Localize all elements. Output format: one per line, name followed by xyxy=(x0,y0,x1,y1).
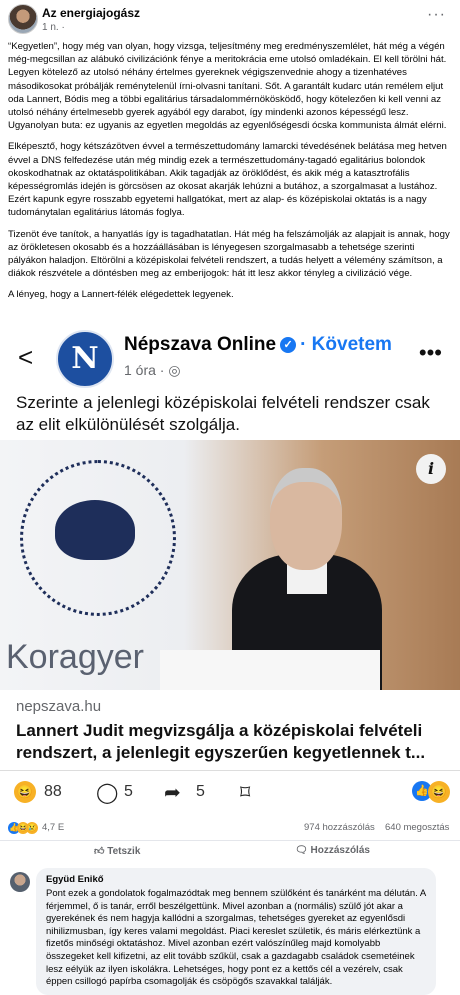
comment-icon: 🗨︎ xyxy=(295,845,308,856)
comment-label: Hozzászólás xyxy=(310,845,370,856)
like-label: Tetszik xyxy=(107,846,141,857)
back-arrow-icon: < xyxy=(18,342,34,372)
post-paragraph: “Kegyetlen”, hogy még van olyan, hogy vi… xyxy=(8,41,447,132)
shared-page-header: Népszava Online ✓ · Követem xyxy=(124,334,392,356)
shared-time: 1 óra · ◎ xyxy=(124,362,181,378)
shared-reaction-count: 88 xyxy=(44,783,62,800)
commenter-avatar[interactable] xyxy=(10,872,30,892)
shared-comment-count: 5 xyxy=(124,783,133,800)
post-paragraph: Elképesztő, hogy kétszázötven évvel a te… xyxy=(8,141,447,219)
shared-reaction-bar: 😆 88 ◯ 5 ➦ 5 ⌑ 👍 😆 xyxy=(0,770,460,811)
comment-total[interactable]: 974 hozzászólás xyxy=(304,822,375,833)
verified-badge-icon: ✓ xyxy=(280,336,297,353)
author-name[interactable]: Az energiajogász xyxy=(42,6,140,20)
podium xyxy=(160,650,380,690)
post-actions: 👍︎ Tetszik 🗨︎ Hozzászólás xyxy=(0,840,460,865)
share-arrow-icon: ➦ xyxy=(164,782,181,804)
photo-backdrop-text: Koragyer xyxy=(6,638,144,676)
shared-photo: Koragyer i xyxy=(0,440,460,690)
sad-small-icon: 😢 xyxy=(26,822,38,834)
comment-bubble: Együd Enikő Pont ezek a gondolatok fogal… xyxy=(36,868,436,995)
comment-button[interactable]: 🗨︎ Hozzászólás xyxy=(295,845,370,856)
comment-text: Pont ezek a gondolatok fogalmazódtak meg… xyxy=(46,888,426,988)
comment-bubble-icon: ◯ xyxy=(96,782,119,804)
reaction-total[interactable]: 4,7 E xyxy=(42,822,64,833)
post-paragraph: Tizenöt éve tanítok, a hanyatlás így is … xyxy=(8,228,450,280)
shared-more-icon: ••• xyxy=(418,340,442,365)
info-icon: i xyxy=(416,454,446,484)
more-options-icon[interactable]: ··· xyxy=(427,6,446,24)
laugh-emoji-icon: 😆 xyxy=(14,781,36,803)
shared-share-count: 5 xyxy=(196,783,205,800)
bookmark-icon: ⌑ xyxy=(240,782,251,804)
share-total[interactable]: 640 megosztás xyxy=(385,822,449,833)
follow-label: · Követem xyxy=(300,334,392,355)
nepszava-logo: N xyxy=(56,330,114,388)
comment-item: Együd Enikő Pont ezek a gondolatok fogal… xyxy=(6,866,454,995)
shared-screenshot[interactable]: < N Népszava Online ✓ · Követem 1 óra · ◎ … xyxy=(0,318,460,818)
emblem-shape xyxy=(55,500,135,560)
post-header: Az energiajogász 1 n. · ··· xyxy=(0,0,460,40)
shared-caption: Szerinte a jelenlegi középiskolai felvét… xyxy=(16,393,430,434)
link-headline: Lannert Judit megvizsgálja a középiskola… xyxy=(16,721,426,762)
commenter-name[interactable]: Együd Enikő xyxy=(46,874,104,885)
post-text: “Kegyetlen”, hogy még van olyan, hogy vi… xyxy=(8,40,452,310)
speaker-head xyxy=(270,468,342,570)
link-domain: nepszava.hu xyxy=(16,698,102,715)
thumbs-up-icon: 👍︎ xyxy=(94,846,105,857)
post-stats: 👍 😆 😢 4,7 E 974 hozzászólás 640 megosztá… xyxy=(0,822,460,840)
logo-letter: N xyxy=(71,341,99,376)
like-button[interactable]: 👍︎ Tetszik xyxy=(94,845,140,857)
laugh-emoji-icon: 😆 xyxy=(428,781,450,803)
shared-page-name: Népszava Online xyxy=(124,334,277,355)
author-avatar[interactable] xyxy=(8,4,38,34)
post-timestamp[interactable]: 1 n. · xyxy=(42,22,65,33)
link-preview: nepszava.hu Lannert Judit megvizsgálja a… xyxy=(0,690,460,768)
post-paragraph: A lényeg, hogy a Lannert-félék elégedett… xyxy=(8,289,234,301)
